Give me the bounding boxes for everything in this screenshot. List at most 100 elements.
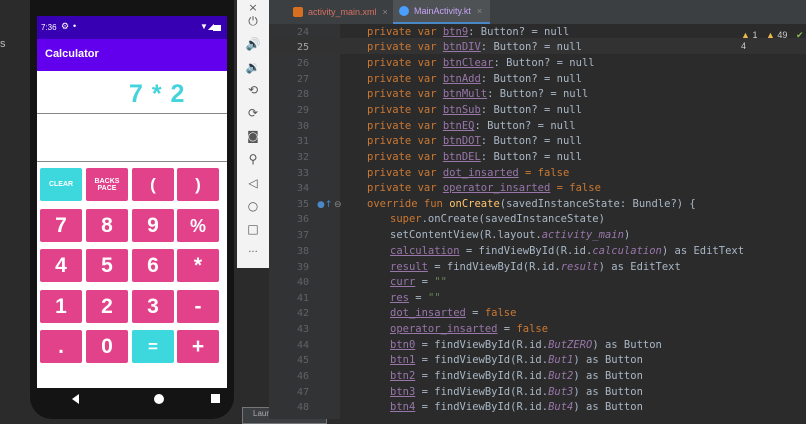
line-number: 43 [296, 324, 309, 335]
code-line: result = findViewById(R.id.result) as Ed… [390, 261, 681, 273]
tab-label: MainActivity.kt [414, 6, 471, 16]
wifi-signal-icon: ▼◢ [200, 22, 215, 31]
close-icon[interactable]: × [383, 7, 388, 17]
line-number: 40 [296, 277, 309, 288]
weak-warning-icon: ▲ [765, 30, 775, 40]
line-number: 46 [296, 371, 309, 382]
digit-4-button[interactable]: 4 [40, 249, 82, 282]
line-number: 47 [296, 387, 309, 398]
back-icon[interactable] [72, 394, 79, 404]
left-paren-button[interactable]: ( [132, 168, 174, 201]
emulator-device: 7:36 ⚙ • ▼◢ Calculator 7 * 2 CLEAR BACKS… [30, 0, 234, 419]
plus-button[interactable]: + [177, 330, 219, 363]
power-icon[interactable]: ⏻ [240, 12, 266, 30]
digit-2-button[interactable]: 2 [86, 290, 128, 323]
line-number: 39 [296, 262, 309, 273]
line-number: 44 [296, 340, 309, 351]
line-number: 27 [296, 74, 309, 85]
equals-button[interactable]: = [132, 330, 174, 363]
result-field[interactable] [37, 114, 227, 162]
line-number: 42 [296, 308, 309, 319]
code-line: res = "" [390, 292, 441, 304]
xml-file-icon [293, 7, 303, 17]
digit-0-button[interactable]: 0 [86, 330, 128, 363]
line-number: 48 [296, 402, 309, 413]
line-number: 33 [296, 168, 309, 179]
line-number: 36 [296, 214, 309, 225]
device-screen: 7:36 ⚙ • ▼◢ Calculator 7 * 2 CLEAR BACKS… [37, 16, 227, 388]
code-line: btn4 = findViewById(R.id.But4) as Button [390, 401, 643, 413]
kotlin-file-icon [399, 6, 409, 16]
digit-1-button[interactable]: 1 [40, 290, 82, 323]
digit-3-button[interactable]: 3 [132, 290, 174, 323]
system-navigation-bar [30, 388, 234, 413]
volume-up-icon[interactable]: 🔊 [240, 35, 266, 53]
digit-6-button[interactable]: 6 [132, 249, 174, 282]
code-line: override fun onCreate(savedInstanceState… [367, 198, 696, 210]
close-icon[interactable]: × [477, 6, 482, 16]
emulator-toolbar: × ⏻ 🔊 🔉 ⟲ ⟳ ◙ ⚲ ◁ ○ □ ··· [237, 0, 269, 268]
editor-tabs: activity_main.xml × MainActivity.kt × [269, 0, 806, 25]
code-line: private var operator_insarted = false [367, 182, 601, 194]
overview-square-icon[interactable]: □ [240, 220, 266, 238]
notification-dot-icon: • [73, 21, 77, 31]
status-time: 7:36 [41, 23, 57, 32]
code-line: private var btnDEL: Button? = null [367, 151, 582, 163]
inspection-widget[interactable]: ▲ 1 ▲ 49 ✔ 4 [741, 30, 806, 51]
tab-activity-main-xml[interactable]: activity_main.xml × [287, 0, 388, 24]
clear-button[interactable]: CLEAR [40, 168, 82, 201]
digit-7-button[interactable]: 7 [40, 209, 82, 242]
line-number: 41 [296, 293, 309, 304]
code-line: operator_insarted = false [390, 323, 549, 335]
home-circle-icon[interactable]: ○ [240, 197, 266, 215]
calculation-field[interactable]: 7 * 2 [37, 71, 227, 114]
code-line: private var btnMult: Button? = null [367, 88, 589, 100]
recents-icon[interactable] [211, 394, 220, 403]
code-line: btn0 = findViewById(R.id.ButZERO) as But… [390, 339, 662, 351]
rotate-left-icon[interactable]: ⟲ [240, 81, 266, 99]
volume-down-icon[interactable]: 🔉 [240, 58, 266, 76]
warning-icon: ▲ [741, 30, 750, 40]
more-icon[interactable]: ··· [240, 243, 266, 261]
line-number: 34 [296, 183, 309, 194]
app-bar: Calculator [37, 39, 227, 71]
code-line: private var btnClear: Button? = null [367, 57, 595, 69]
digit-8-button[interactable]: 8 [86, 209, 128, 242]
code-line: btn2 = findViewById(R.id.But2) as Button [390, 370, 643, 382]
rotate-right-icon[interactable]: ⟳ [240, 104, 266, 122]
code-line: dot_insarted = false [390, 307, 517, 319]
typo-icon: ✔ [795, 30, 804, 40]
percent-button[interactable]: % [177, 209, 219, 242]
line-number: 25 [296, 42, 309, 53]
dot-button[interactable]: . [40, 330, 82, 363]
line-number: 26 [296, 58, 309, 69]
line-number: 30 [296, 121, 309, 132]
warning-count: 1 [752, 30, 758, 40]
line-number: 24 [296, 27, 309, 38]
project-tree-fragment[interactable]: s [0, 38, 6, 50]
code-line: btn1 = findViewById(R.id.But1) as Button [390, 354, 643, 366]
code-line: private var btnDOT: Button? = null [367, 135, 582, 147]
calculation-text: 7 * 2 [129, 80, 186, 108]
fold-icon[interactable]: ⊖ [334, 200, 342, 210]
digit-9-button[interactable]: 9 [132, 209, 174, 242]
camera-icon[interactable]: ◙ [240, 127, 266, 145]
code-line: calculation = findViewById(R.id.calculat… [390, 245, 745, 257]
line-number: 31 [296, 136, 309, 147]
line-number: 45 [296, 355, 309, 366]
digit-5-button[interactable]: 5 [86, 249, 128, 282]
code-line: super.onCreate(savedInstanceState) [390, 213, 605, 225]
right-paren-button[interactable]: ) [177, 168, 219, 201]
tab-mainactivity-kt[interactable]: MainActivity.kt × [393, 0, 491, 24]
tab-label: activity_main.xml [308, 7, 377, 17]
override-marker-icon[interactable]: ●↑ [317, 200, 332, 210]
minus-button[interactable]: - [177, 290, 219, 323]
zoom-icon[interactable]: ⚲ [240, 150, 266, 168]
backspace-button[interactable]: BACKS PACE [86, 168, 128, 201]
home-icon[interactable] [154, 394, 164, 404]
code-line: private var btnEQ: Button? = null [367, 120, 576, 132]
line-number: 32 [296, 152, 309, 163]
back-triangle-icon[interactable]: ◁ [240, 174, 266, 192]
multiply-button[interactable]: * [177, 249, 219, 282]
battery-icon [213, 25, 221, 31]
